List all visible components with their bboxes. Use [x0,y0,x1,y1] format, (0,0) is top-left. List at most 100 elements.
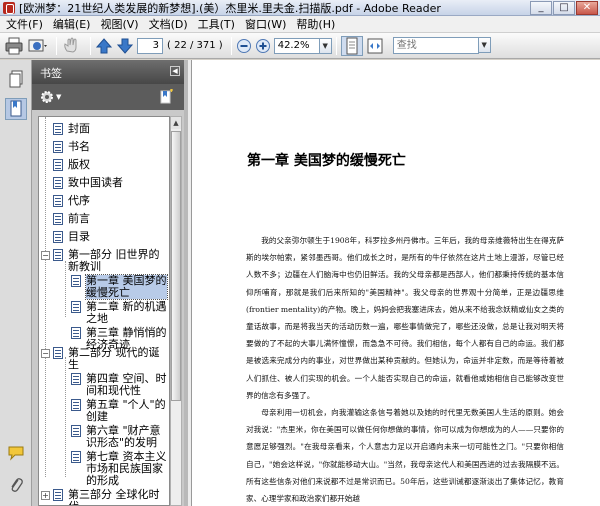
chevron-down-icon: ▼ [56,93,62,101]
print-button[interactable] [4,36,24,56]
next-page-button[interactable] [116,36,134,56]
toolbar-separator [335,36,337,55]
bookmarks-header: 书签 ◀ [32,60,184,84]
bookmarks-toolbar: ▼ [32,84,184,110]
toolbar-separator [90,36,91,55]
maximize-button[interactable]: □ [553,0,575,15]
bookmark-item[interactable]: 书名 [53,141,90,153]
bookmark-icon [53,123,63,135]
bookmark-icon [53,177,63,189]
collapse-toggle[interactable]: − [41,251,50,260]
new-bookmark-button[interactable] [160,89,174,108]
bookmark-item[interactable]: 版权 [53,159,90,171]
bookmark-item[interactable]: 目录 [53,231,90,243]
bookmark-item[interactable]: 第二章 新的机遇之地 [71,301,167,325]
scroll-up-arrow[interactable]: ▲ [171,117,181,129]
bookmark-item[interactable]: 第七章 资本主义市场和民族国家的形成 [71,451,167,487]
paragraph: 母亲利用一切机会，向我灌输这条信号着她以及她的时代里无数美国人生活的原则。她会对… [246,408,564,504]
paperclip-icon [11,478,23,492]
comments-panel-button[interactable] [5,442,27,464]
menu-help[interactable]: 帮助(H) [296,16,335,32]
bookmark-icon [71,301,81,313]
bookmark-icon [71,373,81,385]
bookmark-icon [53,195,63,207]
scrollbar-thumb[interactable] [171,131,181,401]
menu-tools[interactable]: 工具(T) [198,16,235,32]
pdf-page: 第一章 美国梦的缓慢死亡 我的父亲弥尔顿生于1908年，科罗拉多州丹佛市。三年后… [191,60,600,506]
paragraph: 我的父亲弥尔顿生于1908年，科罗拉多州丹佛市。三年后，我的母亲维薇特出生在得克… [246,236,564,400]
expand-toggle[interactable]: + [41,491,50,500]
title-bar: [欧洲梦：21世纪人类发展的新梦想].(美）杰里米.里夫金.扫描版.pdf - … [0,0,600,16]
previous-page-button[interactable] [95,36,113,56]
pages-panel-button[interactable] [5,68,27,90]
fit-page-button[interactable] [340,35,363,56]
menu-window[interactable]: 窗口(W) [245,16,286,32]
hand-tool-button[interactable] [61,36,83,56]
email-icon [28,39,47,51]
collapse-panel-button[interactable]: ◀ [170,66,180,76]
navigation-rail [0,60,32,506]
bookmark-icon [71,425,81,437]
menu-view[interactable]: 视图(V) [100,16,138,32]
search-dropdown-arrow[interactable]: ▼ [478,37,491,53]
bookmark-item[interactable]: 第五章 "个人"的创建 [71,399,167,423]
zoom-in-button[interactable] [255,36,271,56]
zoom-in-icon [255,38,270,53]
tree-line [45,117,46,477]
bookmark-icon [71,399,81,411]
adobe-reader-icon [3,1,15,14]
zoom-level-input[interactable] [273,37,320,54]
toolbar-separator [56,36,57,55]
bookmark-item-selected[interactable]: 第一章 美国梦的缓慢死亡 [71,274,168,300]
fit-width-icon [367,38,383,53]
bookmark-icon [53,213,63,225]
toolbar-separator [230,36,232,55]
arrow-down-icon [116,38,134,54]
bookmark-item[interactable]: 第六章 "财产意识形态"的发明 [71,425,167,449]
menu-bar: 文件(F) 编辑(E) 视图(V) 文档(D) 工具(T) 窗口(W) 帮助(H… [0,16,600,33]
options-menu-button[interactable]: ▼ [40,90,61,104]
zoom-dropdown-arrow[interactable]: ▼ [319,37,332,54]
toolbar: ( 22 / 371 ) ▼ ▼ [0,33,600,59]
bookmark-item[interactable]: 第二部分 现代的诞生 [53,347,169,371]
attachments-panel-button[interactable] [5,474,27,496]
bookmark-item[interactable]: 第三部分 全球化时代 [53,489,169,505]
menu-file[interactable]: 文件(F) [6,16,43,32]
close-button[interactable]: ✕ [576,0,598,15]
hand-icon [64,37,77,53]
print-icon [5,37,23,54]
fit-page-icon [346,37,358,54]
arrow-up-icon [95,37,113,53]
menu-edit[interactable]: 编辑(E) [53,16,91,32]
bookmark-icon [53,141,63,153]
page-number-input[interactable] [137,37,163,54]
bookmark-item[interactable]: 致中国读者 [53,177,123,189]
zoom-out-button[interactable] [236,36,252,56]
bookmark-icon [53,347,63,359]
bookmark-icon [53,231,63,243]
bookmark-icon [53,159,63,171]
bookmark-item[interactable]: 前言 [53,213,90,225]
bookmarks-scrollbar[interactable]: ▲ [170,116,182,506]
menu-document[interactable]: 文档(D) [149,16,188,32]
page-count: ( 22 / 371 ) [167,40,223,51]
bookmark-item[interactable]: 第四章 空间、时间和现代性 [71,373,167,397]
bookmark-item[interactable]: 第一部分 旧世界的新教训 [53,249,169,273]
bookmark-icon [53,249,63,261]
search-input[interactable] [392,37,479,54]
pages-icon [9,70,23,88]
collapse-toggle[interactable]: − [41,349,50,358]
bookmarks-panel: 书签 ◀ ▼ 封面 书名 版权 致中国读者 代序 前言 目录 − 第一部分 旧世… [32,60,184,506]
email-button[interactable] [27,36,49,56]
bookmark-item[interactable]: 代序 [53,195,90,207]
document-area[interactable]: 第一章 美国梦的缓慢死亡 我的父亲弥尔顿生于1908年，科罗拉多州丹佛市。三年后… [188,60,600,506]
window-title: [欧洲梦：21世纪人类发展的新梦想].(美）杰里米.里夫金.扫描版.pdf - … [19,1,441,15]
bookmark-icon [10,100,22,117]
minimize-button[interactable]: _ [530,0,552,15]
fit-width-button[interactable] [366,36,384,56]
bookmarks-panel-button[interactable] [5,98,27,120]
bookmark-item[interactable]: 封面 [53,123,90,135]
gear-icon [41,91,53,103]
body-text: 我的父亲弥尔顿生于1908年，科罗拉多州丹佛市。三年后，我的母亲维薇特出生在得克… [246,232,564,506]
zoom-out-icon [236,38,251,53]
